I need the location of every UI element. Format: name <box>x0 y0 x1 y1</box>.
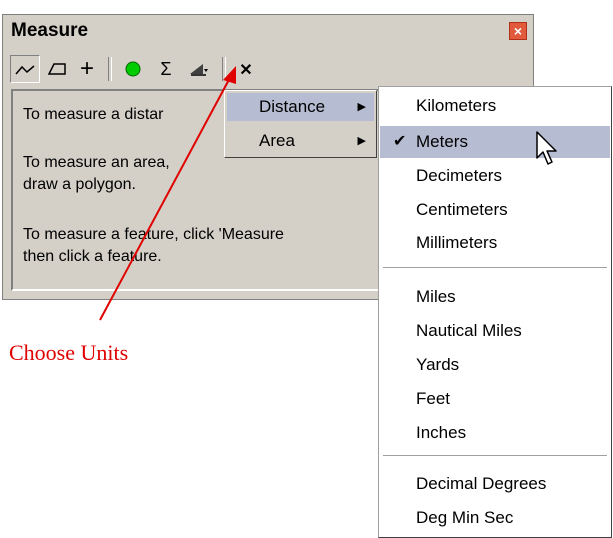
annotation-arrow <box>99 66 236 321</box>
annotation-label: Choose Units <box>9 340 129 365</box>
